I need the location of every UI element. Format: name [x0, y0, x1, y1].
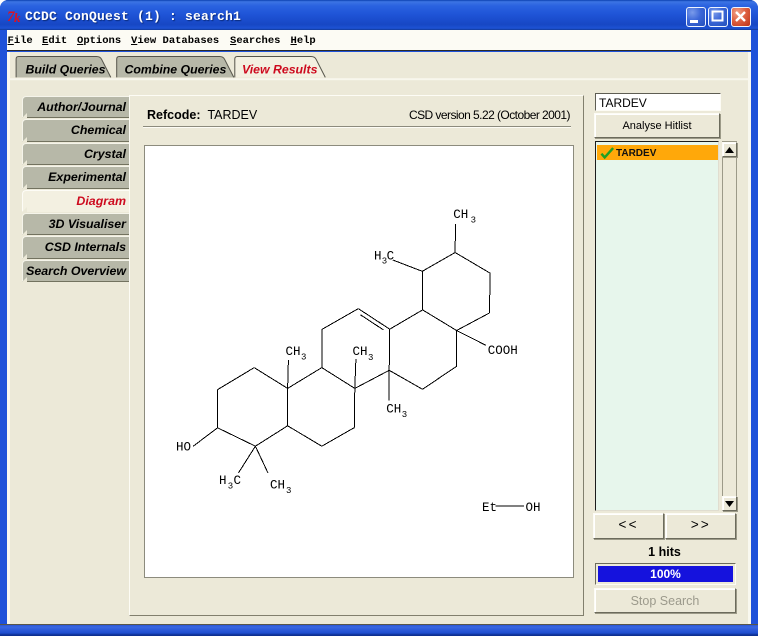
- svg-text:3: 3: [368, 353, 373, 363]
- svg-text:CH: CH: [286, 345, 301, 359]
- svg-text:C: C: [234, 474, 242, 488]
- svg-text:C: C: [387, 249, 395, 263]
- svg-text:3: 3: [471, 216, 476, 226]
- svg-text:3: 3: [402, 410, 407, 420]
- svg-text:H: H: [374, 249, 382, 263]
- svg-text:COOH: COOH: [488, 344, 518, 358]
- svg-text:CH: CH: [270, 479, 285, 493]
- svg-text:3: 3: [301, 353, 306, 363]
- svg-text:3: 3: [228, 482, 233, 492]
- svg-text:CH: CH: [453, 208, 468, 222]
- svg-text:CH: CH: [353, 345, 368, 359]
- svg-text:HO: HO: [176, 441, 191, 455]
- svg-text:Et: Et: [482, 501, 497, 515]
- svg-text:OH: OH: [526, 501, 541, 515]
- svg-text:3: 3: [286, 486, 291, 496]
- svg-text:CH: CH: [386, 403, 401, 417]
- svg-text:H: H: [219, 474, 227, 488]
- svg-text:3: 3: [382, 257, 387, 267]
